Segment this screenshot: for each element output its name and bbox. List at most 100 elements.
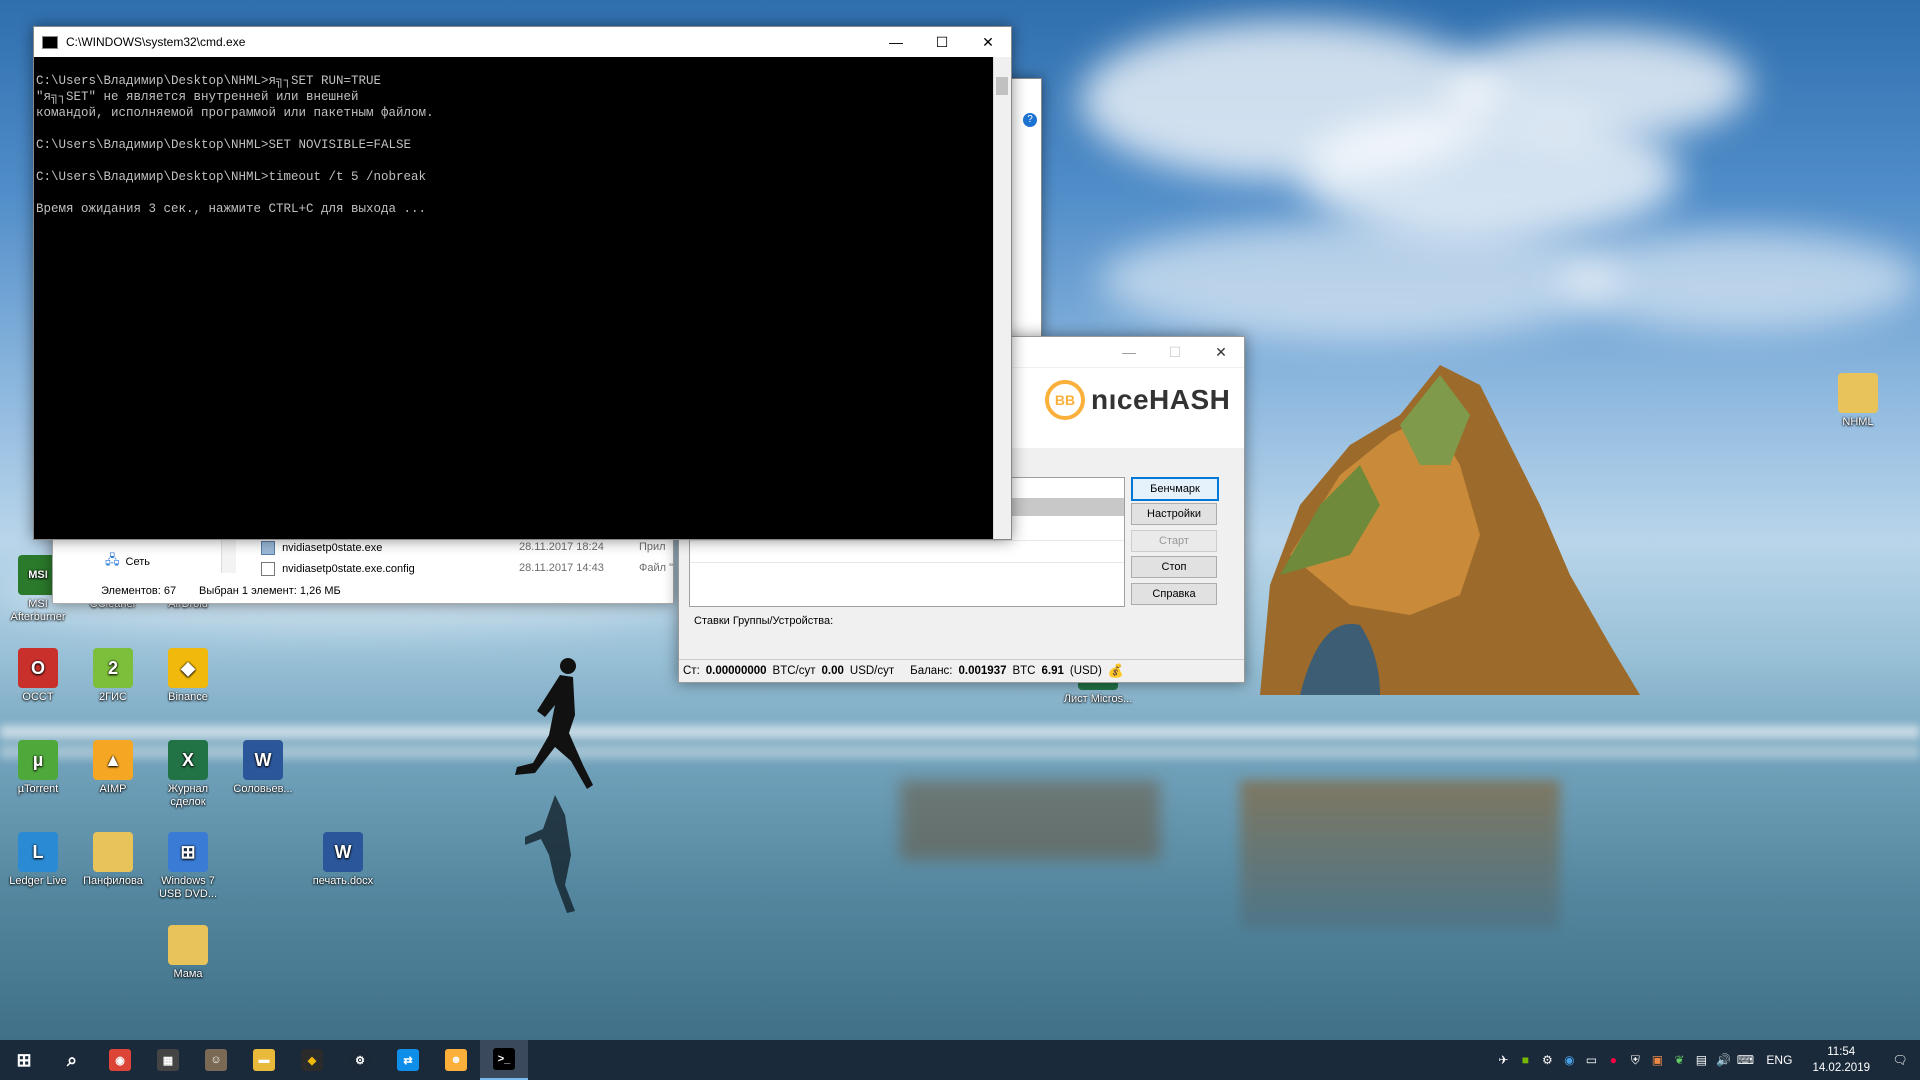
desktop-icon[interactable]: W Соловьев... [225, 740, 301, 796]
file-date: 28.11.2017 18:24 [519, 541, 604, 553]
chrome-icon: ◉ [109, 1049, 131, 1071]
opera-icon[interactable]: ● [1602, 1040, 1624, 1080]
nicehash-status-bar: Ст: 0.00000000 BTC/сут 0.00 USD/сут Бала… [679, 659, 1244, 681]
windows-usb-icon: ⊞ [168, 832, 208, 872]
nav-item-network[interactable]: 🖧 Сеть [105, 551, 150, 573]
help-icon[interactable]: ? [1023, 113, 1037, 127]
desktop-icon[interactable]: X Журнал сделок [150, 740, 226, 809]
taskbar-app-binance[interactable]: ◆ [288, 1040, 336, 1080]
console-line: C:\Users\Владимир\Desktop\NHML>timeout /… [36, 170, 427, 184]
taskbar-app-chrome[interactable]: ◉ [96, 1040, 144, 1080]
window-title: C:\WINDOWS\system32\cmd.exe [66, 35, 246, 49]
desktop-icon[interactable]: Wпечать.docx [305, 832, 381, 888]
group-rates-label: Ставки Группы/Устройства: [694, 615, 834, 627]
steam-tray-icon[interactable]: ⚙ [1536, 1040, 1558, 1080]
network-icon[interactable]: ✈ [1492, 1040, 1514, 1080]
close-button[interactable]: ✕ [1198, 337, 1244, 367]
start-button[interactable]: Старт [1131, 530, 1217, 552]
taskbar: ⊞ ⌕ ◉ ▦ ☺ ▬ ◆ ⚙ ⇄ ☻ >_ ✈ ■ ⚙ ◉ ▭ ● ⛨ ▣ ❦ ▤ 🔊 ⌨ ENG… [0, 1040, 1920, 1080]
taskbar-app-app-photo[interactable]: ☺ [192, 1040, 240, 1080]
desktop-icon[interactable]: Панфилова [75, 832, 151, 888]
console-scrollbar[interactable] [993, 57, 1011, 539]
balance-label: Баланс: [910, 664, 953, 677]
desktop-icon[interactable]: µ µTorrent [0, 740, 76, 796]
aimp-icon: ▲ [93, 740, 133, 780]
cmd-icon [42, 35, 58, 49]
desktop-icon-label: OCCT [22, 691, 54, 703]
occt-icon: O [18, 648, 58, 688]
stop-button[interactable]: Стоп [1131, 556, 1217, 578]
volume-icon[interactable]: 🔊 [1712, 1040, 1734, 1080]
chip-icon[interactable]: ▣ [1646, 1040, 1668, 1080]
cmd-window: C:\WINDOWS\system32\cmd.exe — ☐ ✕ C:\Use… [33, 26, 1012, 540]
balance-btc-value: 0.001937 [958, 664, 1007, 677]
balance-usd-value: 6.91 [1041, 664, 1064, 677]
desktop-icon[interactable]: 2 2ГИС [75, 648, 151, 704]
taskbar-app-nicehash[interactable]: ☻ [432, 1040, 480, 1080]
desktop-icon-label: Панфилова [83, 875, 143, 887]
minimize-button[interactable]: — [873, 27, 919, 57]
benchmark-button[interactable]: Бенчмарк [1131, 477, 1219, 501]
maximize-button[interactable]: ☐ [919, 27, 965, 57]
console-output[interactable]: C:\Users\Владимир\Desktop\NHML>я╗┐SET RU… [34, 57, 994, 539]
taskbar-app-cmd[interactable]: >_ [480, 1040, 528, 1080]
battery-icon[interactable]: ▭ [1580, 1040, 1602, 1080]
clock-date: 14.02.2019 [1812, 1062, 1870, 1074]
console-line: "я╗┐SET" не является внутренней или внеш… [36, 90, 359, 104]
help-button[interactable]: Справка [1131, 583, 1217, 605]
minimize-button[interactable]: — [1106, 337, 1152, 367]
taskbar-app-teamviewer[interactable]: ⇄ [384, 1040, 432, 1080]
file-row[interactable]: nvidiasetp0state.exe [261, 541, 382, 555]
rate-btc-unit: BTC/сут [772, 664, 816, 677]
desktop-icon[interactable]: L Ledger Live [0, 832, 76, 888]
desktop-icon-label: Windows 7 USB DVD... [158, 875, 218, 900]
clock-time: 11:54 [1827, 1046, 1856, 1058]
desktop-icon[interactable]: ◆ Binance [150, 648, 226, 704]
sea-rock-arch [1260, 365, 1640, 695]
taskbar-app-calculator[interactable]: ▦ [144, 1040, 192, 1080]
taskbar-app-steam[interactable]: ⚙ [336, 1040, 384, 1080]
desktop-icon[interactable]: NHML [1820, 373, 1896, 429]
file-row[interactable]: nvidiasetp0state.exe.config [261, 562, 415, 576]
word-icon: W [243, 740, 283, 780]
desktop-icon-label: Лист Micros... [1063, 693, 1133, 705]
steam-icon: ⚙ [349, 1049, 371, 1071]
desktop-icon-label: 2ГИС [99, 691, 127, 703]
wallet-icon[interactable]: 💰 [1108, 663, 1124, 679]
search-icon: ⌕ [66, 1049, 78, 1070]
person-app-icon: ☺ [205, 1049, 227, 1071]
folder-icon [1838, 373, 1878, 413]
monitor-icon[interactable]: ▤ [1690, 1040, 1712, 1080]
shield-icon[interactable]: ⛨ [1624, 1040, 1646, 1080]
language-indicator[interactable]: ENG [1756, 1053, 1802, 1067]
desktop-icon[interactable]: ▲ AIMP [75, 740, 151, 796]
teamviewer-icon: ⇄ [397, 1049, 419, 1071]
folder-icon [168, 925, 208, 965]
desktop-icon[interactable]: ⊞ Windows 7 USB DVD... [150, 832, 226, 901]
binance-icon: ◆ [168, 648, 208, 688]
clock[interactable]: 11:54 14.02.2019 [1802, 1044, 1880, 1076]
desktop-icon[interactable]: O OCCT [0, 648, 76, 704]
start-button[interactable]: ⊞ [0, 1040, 48, 1080]
desktop-icon-label: Мама [173, 968, 203, 980]
network-icon: 🖧 [105, 552, 120, 567]
console-line: Время ожидания 3 сек., нажмите CTRL+C дл… [36, 202, 427, 216]
close-button[interactable]: ✕ [965, 27, 1011, 57]
keyboard-icon[interactable]: ⌨ [1734, 1040, 1756, 1080]
folder-icon [93, 832, 133, 872]
search-button[interactable]: ⌕ [48, 1040, 96, 1080]
gpu-icon[interactable]: ■ [1514, 1040, 1536, 1080]
teamviewer-tray-icon[interactable]: ◉ [1558, 1040, 1580, 1080]
maximize-button[interactable]: ☐ [1152, 337, 1198, 367]
notifications-icon[interactable]: 🗨 [1880, 1040, 1920, 1080]
scrollbar-thumb[interactable] [996, 77, 1008, 95]
desktop-icon[interactable]: Мама [150, 925, 226, 981]
taskbar-app-file-explorer[interactable]: ▬ [240, 1040, 288, 1080]
leaf-icon[interactable]: ❦ [1668, 1040, 1690, 1080]
rock-reflection [1240, 780, 1560, 930]
settings-button[interactable]: Настройки [1131, 503, 1217, 525]
